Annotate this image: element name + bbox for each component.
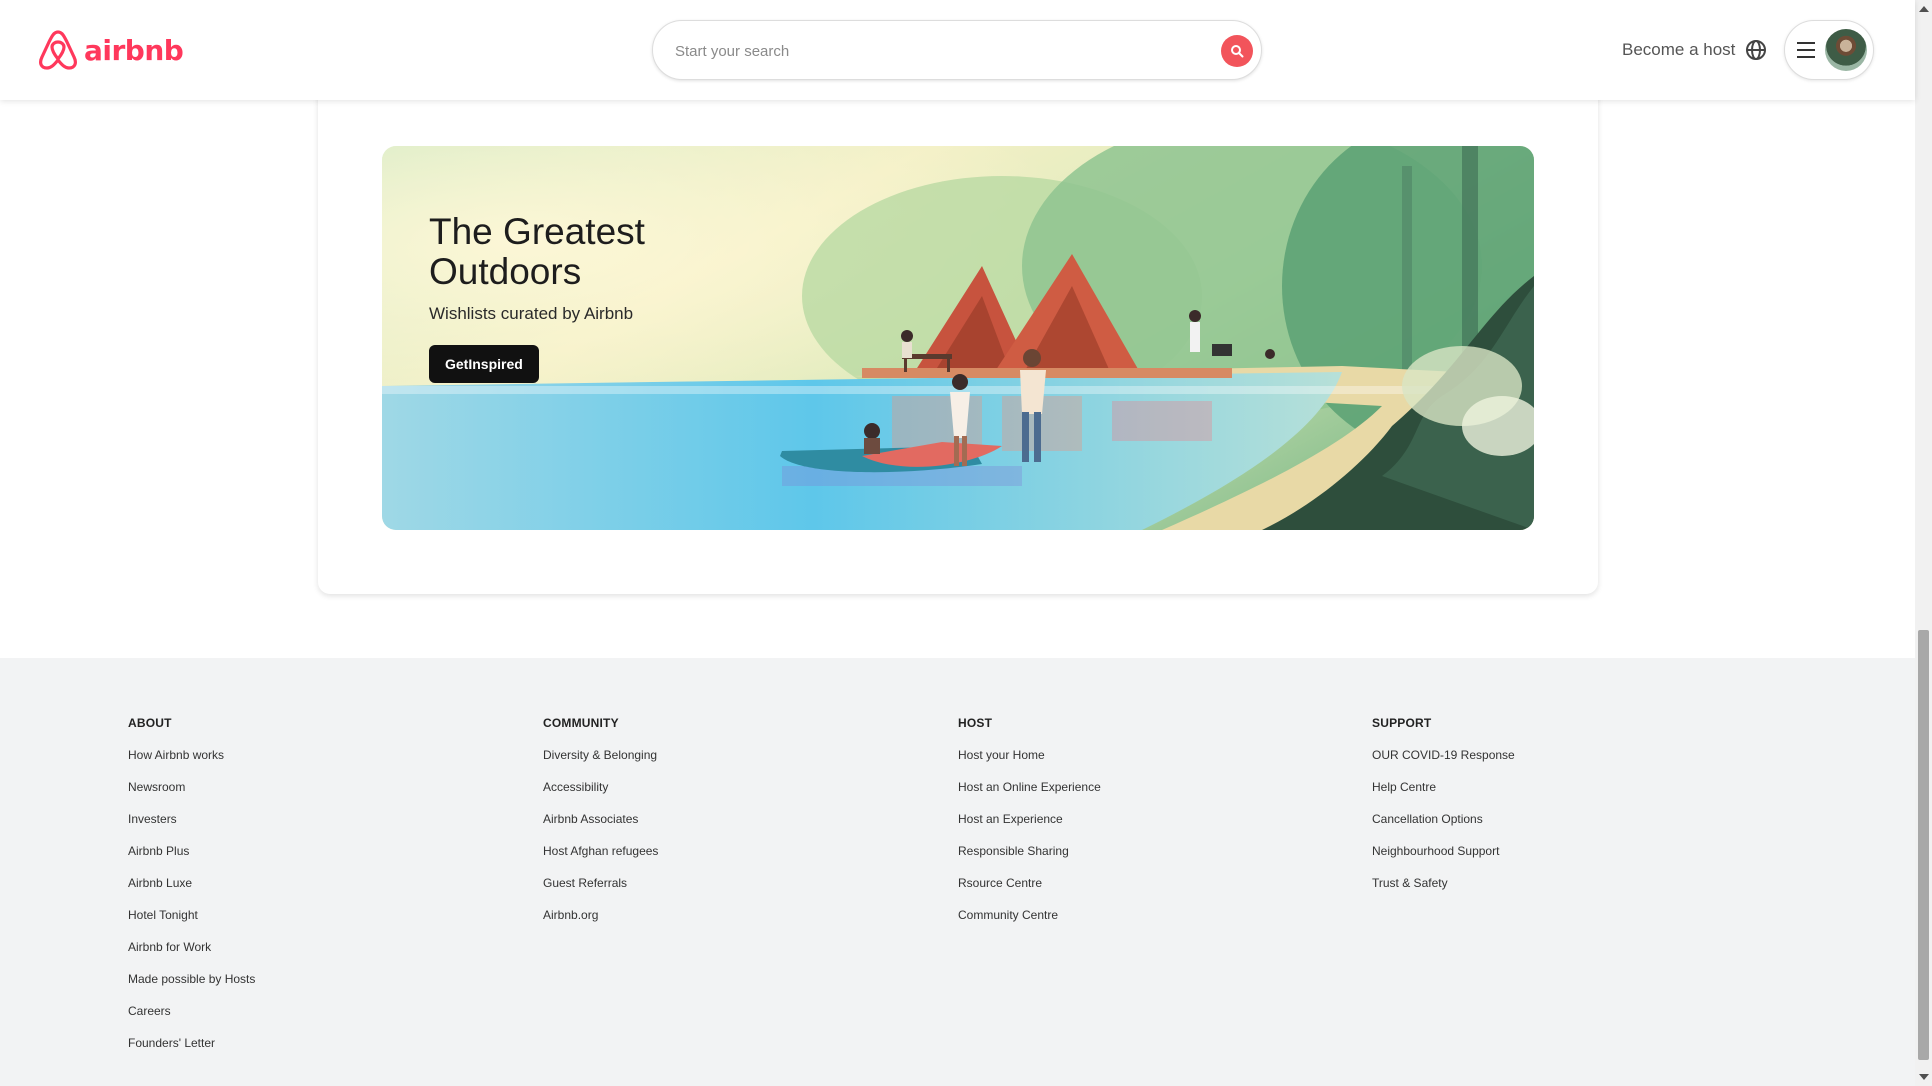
scroll-up-arrow-icon[interactable] — [1919, 6, 1929, 12]
footer-link-item: Help Centre — [1372, 778, 1515, 810]
footer-link-item: Host your Home — [958, 746, 1101, 778]
footer-link[interactable]: Airbnb for Work — [128, 940, 211, 954]
banner-title: The Greatest Outdoors — [429, 211, 645, 292]
footer-link-item: Neighbourhood Support — [1372, 842, 1515, 874]
footer-link-item: Investers — [128, 810, 255, 842]
footer-link[interactable]: Host Afghan refugees — [543, 844, 658, 858]
footer-link[interactable]: Diversity & Belonging — [543, 748, 657, 762]
top-navbar: airbnb Become a host — [0, 0, 1915, 100]
footer-link-item: Airbnb Plus — [128, 842, 255, 874]
footer-link[interactable]: Neighbourhood Support — [1372, 844, 1499, 858]
footer-link[interactable]: Investers — [128, 812, 177, 826]
footer-link[interactable]: Airbnb Luxe — [128, 876, 192, 890]
footer-link[interactable]: Guest Referrals — [543, 876, 627, 890]
banner-subtitle: Wishlists curated by Airbnb — [429, 304, 634, 323]
footer-link[interactable]: Made possible by Hosts — [128, 972, 255, 986]
profile-menu-button[interactable] — [1784, 20, 1874, 80]
footer-link[interactable]: Accessibility — [543, 780, 608, 794]
footer-links-support: OUR COVID-19 Response Help Centre Cancel… — [1372, 746, 1515, 906]
footer-link-item: Community Centre — [958, 906, 1101, 938]
footer-heading-host: HOST — [958, 716, 993, 730]
vertical-scrollbar[interactable] — [1915, 0, 1932, 1086]
footer-link[interactable]: Hotel Tonight — [128, 908, 198, 922]
outdoors-illustration — [382, 146, 1534, 530]
footer-link[interactable]: Airbnb Associates — [543, 812, 638, 826]
user-avatar — [1825, 29, 1867, 71]
inspiration-banner: The Greatest Outdoors Wishlists curated … — [382, 146, 1534, 530]
footer-link-item: Guest Referrals — [543, 874, 658, 906]
footer-link-item: Rsource Centre — [958, 874, 1101, 906]
site-footer: ABOUT How Airbnb works Newsroom Invester… — [0, 658, 1915, 1086]
footer-column-support: SUPPORT OUR COVID-19 Response Help Centr… — [1372, 714, 1515, 906]
footer-link-item: OUR COVID-19 Response — [1372, 746, 1515, 778]
hamburger-menu-icon — [1797, 42, 1815, 58]
footer-link-item: Founders' Letter — [128, 1034, 255, 1066]
footer-link-item: Hotel Tonight — [128, 906, 255, 938]
search-button[interactable] — [1221, 35, 1253, 67]
footer-heading-about: ABOUT — [128, 716, 172, 730]
page: airbnb Become a host — [0, 0, 1932, 1086]
airbnb-logo-icon — [39, 30, 77, 70]
footer-link-item: Trust & Safety — [1372, 874, 1515, 906]
footer-heading-community: COMMUNITY — [543, 716, 619, 730]
search-bar[interactable] — [652, 20, 1262, 80]
footer-link[interactable]: Help Centre — [1372, 780, 1436, 794]
footer-link[interactable]: Host your Home — [958, 748, 1045, 762]
search-input[interactable] — [673, 33, 1157, 69]
footer-link[interactable]: Airbnb.org — [543, 908, 598, 922]
footer-link-item: Newsroom — [128, 778, 255, 810]
footer-link[interactable]: Founders' Letter — [128, 1036, 215, 1050]
footer-column-about: ABOUT How Airbnb works Newsroom Invester… — [128, 714, 255, 1066]
footer-link[interactable]: Rsource Centre — [958, 876, 1042, 890]
footer-link[interactable]: How Airbnb works — [128, 748, 224, 762]
footer-link-item: Host Afghan refugees — [543, 842, 658, 874]
footer-link[interactable]: Trust & Safety — [1372, 876, 1448, 890]
footer-link-item: Airbnb.org — [543, 906, 658, 938]
footer-link-item: Cancellation Options — [1372, 810, 1515, 842]
airbnb-logo-link[interactable]: airbnb — [38, 28, 184, 72]
footer-link[interactable]: Host an Experience — [958, 812, 1063, 826]
footer-link[interactable]: Airbnb Plus — [128, 844, 189, 858]
footer-link[interactable]: Newsroom — [128, 780, 185, 794]
footer-link[interactable]: Responsible Sharing — [958, 844, 1069, 858]
footer-link-item: Responsible Sharing — [958, 842, 1101, 874]
footer-links-community: Diversity & Belonging Accessibility Airb… — [543, 746, 658, 938]
footer-heading-support: SUPPORT — [1372, 716, 1432, 730]
footer-link-item: How Airbnb works — [128, 746, 255, 778]
footer-link[interactable]: OUR COVID-19 Response — [1372, 748, 1515, 762]
search-icon — [1231, 45, 1244, 58]
footer-link[interactable]: Community Centre — [958, 908, 1058, 922]
footer-column-community: COMMUNITY Diversity & Belonging Accessib… — [543, 714, 658, 938]
footer-link-item: Airbnb for Work — [128, 938, 255, 970]
footer-link-item: Careers — [128, 1002, 255, 1034]
footer-link-item: Made possible by Hosts — [128, 970, 255, 1002]
scrollbar-thumb[interactable] — [1918, 630, 1929, 1060]
footer-link-item: Airbnb Luxe — [128, 874, 255, 906]
footer-link-item: Accessibility — [543, 778, 658, 810]
footer-link[interactable]: Careers — [128, 1004, 171, 1018]
become-host-link[interactable]: Become a host — [1622, 40, 1735, 60]
footer-link-item: Host an Experience — [958, 810, 1101, 842]
footer-link[interactable]: Cancellation Options — [1372, 812, 1483, 826]
footer-link-item: Diversity & Belonging — [543, 746, 658, 778]
footer-links-about: How Airbnb works Newsroom Investers Airb… — [128, 746, 255, 1066]
globe-icon[interactable] — [1744, 38, 1768, 62]
footer-link[interactable]: Host an Online Experience — [958, 780, 1101, 794]
logo-wordmark: airbnb — [84, 33, 184, 67]
footer-link-item: Airbnb Associates — [543, 810, 658, 842]
get-inspired-button[interactable]: GetInspired — [429, 345, 539, 383]
footer-column-host: HOST Host your Home Host an Online Exper… — [958, 714, 1101, 938]
scroll-down-arrow-icon[interactable] — [1919, 1074, 1929, 1080]
footer-links-host: Host your Home Host an Online Experience… — [958, 746, 1101, 938]
footer-link-item: Host an Online Experience — [958, 778, 1101, 810]
